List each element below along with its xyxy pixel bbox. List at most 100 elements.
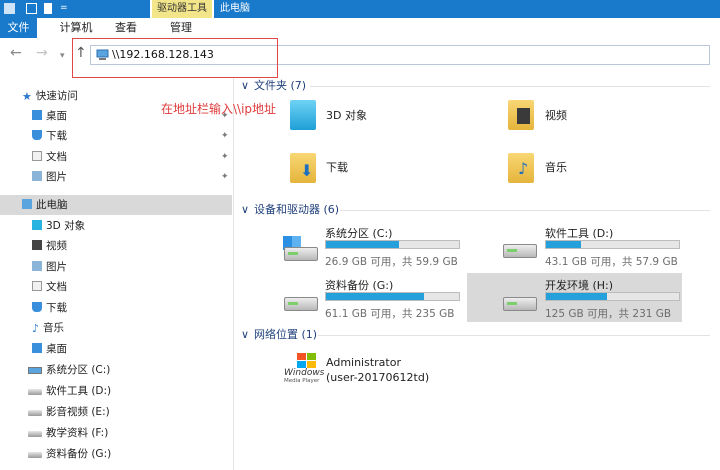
sidebar-label: 图片 xyxy=(46,171,67,183)
annotation-text: 在地址栏输入\\ip地址 xyxy=(161,102,277,116)
sidebar-item-drive-d[interactable]: 软件工具 (D:) xyxy=(28,381,111,401)
sidebar-item-drive-c[interactable]: 系统分区 (C:) xyxy=(28,360,110,380)
sidebar-label: 系统分区 (C:) xyxy=(46,364,111,376)
pin-icon[interactable]: ✦ xyxy=(221,172,229,182)
sidebar-label: 下载 xyxy=(46,302,67,314)
sidebar-label: 文档 xyxy=(46,151,67,163)
recent-locations-chevron-icon[interactable]: ▾ xyxy=(60,48,65,64)
pictures-icon xyxy=(32,261,42,271)
tab-file[interactable]: 文件 xyxy=(0,18,37,38)
sidebar-item-3d-objects[interactable]: 3D 对象 xyxy=(32,216,85,236)
tab-computer[interactable]: 计算机 xyxy=(56,18,96,38)
new-folder-icon[interactable] xyxy=(44,3,52,14)
system-drive-icon xyxy=(28,367,42,374)
sidebar-label: 下载 xyxy=(46,130,67,142)
wmp-logo-subtext: Media Player xyxy=(284,378,320,384)
folder-label-3d-objects[interactable]: 3D 对象 xyxy=(326,107,367,123)
tab-view[interactable]: 查看 xyxy=(112,18,140,38)
drive-tools-context-tab[interactable]: 驱动器工具 xyxy=(152,0,212,18)
group-divider xyxy=(318,335,710,336)
drive-free-g: 61.1 GB 可用，共 235 GB xyxy=(325,308,455,320)
sidebar-item-documents[interactable]: 文档 xyxy=(32,147,67,167)
quick-access-toolbar: = xyxy=(0,0,150,18)
cube-icon xyxy=(32,220,42,230)
hard-drive-icon[interactable] xyxy=(284,297,318,311)
hard-drive-icon[interactable] xyxy=(503,297,537,311)
folder-label-videos[interactable]: 视频 xyxy=(545,107,567,123)
sidebar-item-pictures[interactable]: 图片 xyxy=(32,167,67,187)
hard-drive-icon[interactable] xyxy=(503,244,537,258)
sidebar-quick-access[interactable]: ★ 快速访问 xyxy=(22,86,78,106)
devices-group-toggle[interactable]: ∨ xyxy=(241,203,249,217)
back-arrow-icon[interactable]: ← xyxy=(10,45,22,61)
sidebar-label: 视频 xyxy=(46,240,67,252)
tab-manage[interactable]: 管理 xyxy=(167,18,195,38)
sidebar-label: 3D 对象 xyxy=(46,220,86,232)
desktop-icon xyxy=(32,110,42,120)
sidebar-item-desktop-pc[interactable]: 桌面 xyxy=(32,339,67,359)
sidebar-label: 影音视频 (E:) xyxy=(46,406,110,418)
pin-icon[interactable]: ✦ xyxy=(221,152,229,162)
sidebar-item-pictures-pc[interactable]: 图片 xyxy=(32,257,67,277)
sidebar-label: 教学资料 (F:) xyxy=(46,427,109,439)
hard-drive-icon xyxy=(28,431,42,437)
system-drive-icon[interactable] xyxy=(284,247,318,261)
group-divider xyxy=(310,86,710,87)
drive-name-h[interactable]: 开发环境 (H:) xyxy=(545,277,613,293)
drive-usage-fill xyxy=(326,241,400,248)
folder-label-downloads[interactable]: 下载 xyxy=(326,159,348,175)
drive-usage-fill xyxy=(546,241,581,248)
sidebar-item-desktop[interactable]: 桌面 xyxy=(32,106,67,126)
sidebar-label: 文档 xyxy=(46,281,67,293)
drive-name-d[interactable]: 软件工具 (D:) xyxy=(545,225,613,241)
folder-label-music[interactable]: 音乐 xyxy=(545,159,567,175)
sidebar-label: 快速访问 xyxy=(35,90,78,102)
video-icon xyxy=(32,240,42,250)
music-folder-icon[interactable]: ♪ xyxy=(508,153,534,183)
desktop-icon xyxy=(32,343,42,353)
computer-icon xyxy=(22,199,32,209)
videos-folder-icon[interactable] xyxy=(508,100,534,130)
drive-usage-bar-h xyxy=(545,292,680,301)
devices-group-header[interactable]: 设备和驱动器 (6) xyxy=(254,203,339,217)
pin-icon[interactable]: ✦ xyxy=(221,131,229,141)
sidebar-item-drive-g[interactable]: 资料备份 (G:) xyxy=(28,444,111,464)
drive-free-h: 125 GB 可用，共 231 GB xyxy=(545,308,672,320)
sidebar-item-documents-pc[interactable]: 文档 xyxy=(32,277,67,297)
sidebar-label: 此电脑 xyxy=(36,199,68,211)
sidebar-label: 图片 xyxy=(46,261,67,273)
music-note-icon: ♪ xyxy=(518,159,529,178)
network-item-host[interactable]: (user-20170612td) xyxy=(326,371,429,384)
network-group-header[interactable]: 网络位置 (1) xyxy=(254,328,317,342)
folders-group-toggle[interactable]: ∨ xyxy=(241,79,249,93)
drive-name-g[interactable]: 资料备份 (G:) xyxy=(325,277,393,293)
download-icon xyxy=(32,130,42,140)
drive-usage-fill xyxy=(326,293,425,300)
sidebar-item-music[interactable]: ♪ 音乐 xyxy=(32,318,64,338)
customize-toolbar-icon[interactable]: = xyxy=(60,3,71,14)
sidebar-item-drive-f[interactable]: 教学资料 (F:) xyxy=(28,423,108,443)
drive-usage-bar-d xyxy=(545,240,680,249)
drive-free-c: 26.9 GB 可用，共 59.9 GB xyxy=(325,256,458,268)
title-separator xyxy=(150,0,151,18)
window-title: 此电脑 xyxy=(214,0,720,18)
network-item-name[interactable]: Administrator xyxy=(326,356,401,369)
hard-drive-icon xyxy=(28,452,42,458)
drive-name-c[interactable]: 系统分区 (C:) xyxy=(325,225,392,241)
3d-objects-folder-icon[interactable] xyxy=(290,100,316,130)
sidebar-this-pc[interactable]: 此电脑 xyxy=(22,195,68,215)
sidebar-label: 资料备份 (G:) xyxy=(46,448,112,460)
sidebar-item-downloads[interactable]: 下载 xyxy=(32,126,67,146)
sidebar-label: 软件工具 (D:) xyxy=(46,385,112,397)
sidebar-item-videos[interactable]: 视频 xyxy=(32,236,67,256)
sidebar-item-downloads-pc[interactable]: 下载 xyxy=(32,298,67,318)
forward-arrow-icon[interactable]: → xyxy=(36,45,48,61)
drive-usage-bar-g xyxy=(325,292,460,301)
drive-usage-fill xyxy=(546,293,608,300)
downloads-folder-icon[interactable]: ⬇ xyxy=(290,153,316,183)
properties-icon[interactable] xyxy=(26,3,37,14)
network-group-toggle[interactable]: ∨ xyxy=(241,328,249,342)
sidebar-item-drive-e[interactable]: 影音视频 (E:) xyxy=(28,402,110,422)
folders-group-header[interactable]: 文件夹 (7) xyxy=(254,79,306,93)
hard-drive-icon xyxy=(28,389,42,395)
